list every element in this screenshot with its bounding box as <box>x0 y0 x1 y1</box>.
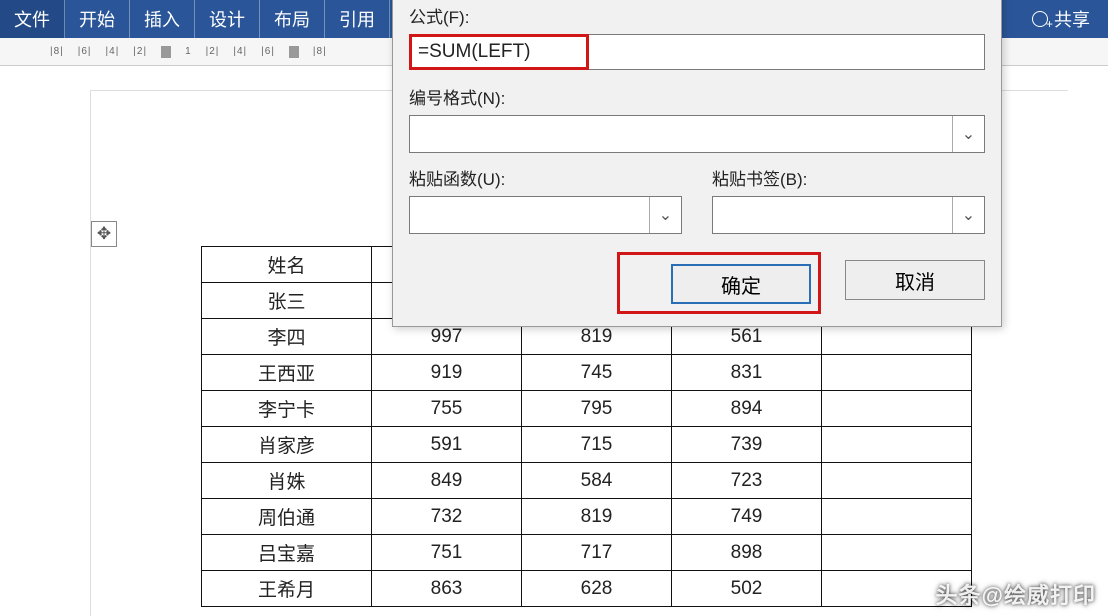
share-label: 共享 <box>1054 6 1090 32</box>
ruler-tick: 1 <box>185 46 192 57</box>
tab-home[interactable]: 开始 <box>65 0 130 38</box>
tab-design[interactable]: 设计 <box>195 0 260 38</box>
formula-input[interactable] <box>409 34 985 70</box>
table-cell[interactable]: 894 <box>672 391 822 427</box>
ok-button[interactable]: 确定 <box>671 264 811 304</box>
table-cell[interactable]: 吕宝嘉 <box>202 535 372 571</box>
table-cell[interactable]: 863 <box>372 571 522 607</box>
table-cell[interactable]: 749 <box>672 499 822 535</box>
formula-dialog: 公式(F): 编号格式(N): ⌄ 粘贴函数(U): ⌄ 粘贴书签(B): ⌄ … <box>392 0 1002 327</box>
table-cell[interactable]: 肖家彦 <box>202 427 372 463</box>
paste-bookmark-select[interactable]: ⌄ <box>712 196 985 234</box>
table-cell[interactable]: 751 <box>372 535 522 571</box>
tab-insert[interactable]: 插入 <box>130 0 195 38</box>
tab-references[interactable]: 引用 <box>325 0 390 38</box>
ruler-indent-marker[interactable] <box>289 46 299 58</box>
table-cell[interactable]: 831 <box>672 355 822 391</box>
watermark: 头条@绘威打印 <box>936 578 1096 610</box>
table-row: 李宁卡 755 795 894 <box>202 391 972 427</box>
table-cell[interactable]: 717 <box>522 535 672 571</box>
paste-function-select[interactable]: ⌄ <box>409 196 682 234</box>
paste-bookmark-label: 粘贴书签(B): <box>712 165 985 190</box>
table-row: 吕宝嘉 751 717 898 <box>202 535 972 571</box>
table-cell[interactable]: 李四 <box>202 319 372 355</box>
table-cell[interactable]: 584 <box>522 463 672 499</box>
table-cell[interactable]: 755 <box>372 391 522 427</box>
ruler-tick: |8| <box>50 46 64 57</box>
ruler-indent-marker[interactable] <box>161 46 171 58</box>
table-cell[interactable]: 李宁卡 <box>202 391 372 427</box>
number-format-label: 编号格式(N): <box>409 84 985 109</box>
cancel-button[interactable]: 取消 <box>845 260 985 300</box>
table-row: 肖家彦 591 715 739 <box>202 427 972 463</box>
table-cell[interactable]: 745 <box>522 355 672 391</box>
ruler-tick: |4| <box>233 46 247 57</box>
table-cell[interactable]: 周伯通 <box>202 499 372 535</box>
ruler-tick: |6| <box>261 46 275 57</box>
tab-layout[interactable]: 布局 <box>260 0 325 38</box>
table-cell[interactable] <box>822 499 972 535</box>
ruler-tick: |4| <box>106 46 120 57</box>
table-move-handle-icon[interactable]: ✥ <box>91 221 117 247</box>
chevron-down-icon[interactable]: ⌄ <box>952 116 984 152</box>
ruler-tick: |2| <box>133 46 147 57</box>
table-cell[interactable]: 739 <box>672 427 822 463</box>
table-row: 王希月 863 628 502 <box>202 571 972 607</box>
formula-label: 公式(F): <box>409 3 985 28</box>
share-icon <box>1032 11 1048 27</box>
table-cell[interactable]: 王希月 <box>202 571 372 607</box>
table-row: 周伯通 732 819 749 <box>202 499 972 535</box>
table-cell[interactable]: 591 <box>372 427 522 463</box>
table-cell[interactable] <box>822 427 972 463</box>
table-cell[interactable]: 919 <box>372 355 522 391</box>
table-cell[interactable] <box>822 535 972 571</box>
table-row: 肖姝 849 584 723 <box>202 463 972 499</box>
table-cell[interactable]: 723 <box>672 463 822 499</box>
table-row: 王西亚 919 745 831 <box>202 355 972 391</box>
table-cell[interactable] <box>822 355 972 391</box>
chevron-down-icon[interactable]: ⌄ <box>952 197 984 233</box>
table-cell[interactable]: 王西亚 <box>202 355 372 391</box>
number-format-select[interactable]: ⌄ <box>409 115 985 153</box>
table-cell[interactable] <box>822 463 972 499</box>
table-cell[interactable] <box>822 391 972 427</box>
table-cell[interactable]: 715 <box>522 427 672 463</box>
ruler-tick: |6| <box>78 46 92 57</box>
table-cell[interactable]: 732 <box>372 499 522 535</box>
table-cell[interactable]: 肖姝 <box>202 463 372 499</box>
ruler-tick: |2| <box>206 46 220 57</box>
table-cell[interactable]: 819 <box>522 499 672 535</box>
table-header[interactable]: 姓名 <box>202 247 372 283</box>
paste-function-label: 粘贴函数(U): <box>409 165 682 190</box>
table-cell[interactable]: 张三 <box>202 283 372 319</box>
tab-file[interactable]: 文件 <box>0 0 65 38</box>
ruler-tick: |8| <box>313 46 327 57</box>
table-cell[interactable]: 502 <box>672 571 822 607</box>
table-cell[interactable]: 849 <box>372 463 522 499</box>
chevron-down-icon[interactable]: ⌄ <box>649 197 681 233</box>
table-cell[interactable]: 795 <box>522 391 672 427</box>
table-cell[interactable]: 628 <box>522 571 672 607</box>
table-cell[interactable]: 898 <box>672 535 822 571</box>
share-button[interactable]: 共享 <box>1014 6 1108 32</box>
